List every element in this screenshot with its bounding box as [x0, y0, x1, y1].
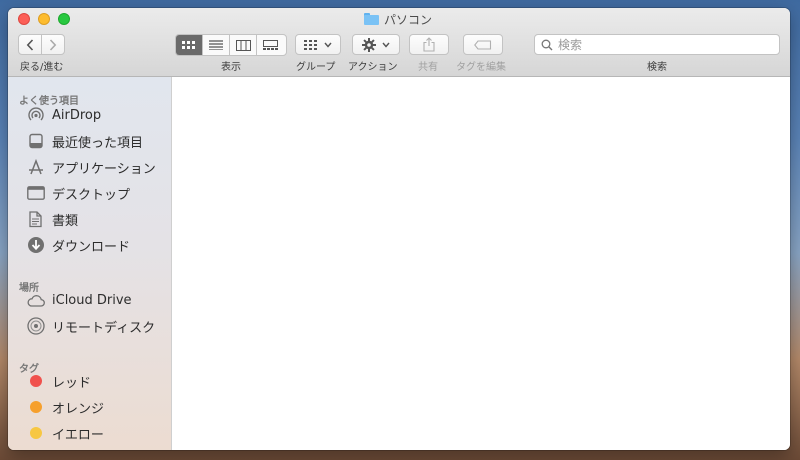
search-label: 検索 — [647, 62, 667, 73]
icloud-icon — [27, 291, 45, 309]
file-browser-content[interactable] — [172, 77, 790, 450]
sidebar-item-label: リモートディスク — [52, 320, 156, 336]
chevron-left-icon — [26, 38, 34, 51]
sidebar-item-label: アプリケーション — [52, 161, 156, 177]
list-icon — [209, 40, 223, 50]
chevron-down-icon — [382, 42, 390, 48]
sidebar-item-tag-orange[interactable]: オレンジ — [27, 396, 104, 418]
sidebar-item-label: オレンジ — [52, 401, 105, 417]
desktop-icon — [27, 184, 45, 202]
search-placeholder: 検索 — [558, 38, 583, 52]
zoom-button[interactable] — [58, 13, 70, 25]
edit-tags-button[interactable] — [463, 34, 503, 55]
sidebar-item-tag-yellow[interactable]: イエロー — [27, 422, 104, 444]
back-button[interactable] — [18, 34, 42, 55]
columns-icon — [235, 39, 251, 51]
back-forward-label: 戻る/進む — [20, 62, 64, 73]
sidebar-item-label: 最近使った項目 — [52, 135, 144, 151]
toolbar: パソコン 戻る/進む 表示 グループ アクション 共有 タグを編集 検索 検索 — [8, 8, 790, 77]
column-view-button[interactable] — [230, 35, 257, 55]
list-view-button[interactable] — [203, 35, 230, 55]
share-icon — [423, 37, 435, 52]
documents-icon — [27, 210, 45, 228]
gear-icon — [362, 37, 376, 52]
sidebar-item-label: AirDrop — [52, 107, 102, 123]
sidebar-item-applications[interactable]: アプリケーション — [27, 156, 156, 178]
yellow-tag-dot — [30, 427, 42, 439]
recents-icon — [27, 132, 45, 150]
sidebar-item-remote-disc[interactable]: リモートディスク — [27, 315, 155, 337]
downloads-icon — [27, 236, 45, 254]
folder-icon — [364, 13, 379, 25]
sidebar-item-label: デスクトップ — [52, 187, 131, 203]
action-button[interactable] — [352, 34, 400, 55]
action-label: アクション — [348, 62, 398, 73]
orange-tag-dot — [30, 401, 42, 413]
sidebar-item-airdrop[interactable]: AirDrop — [27, 104, 101, 126]
sidebar-item-label: 書類 — [52, 213, 79, 229]
edit-tags-label: タグを編集 — [456, 62, 506, 73]
tag-icon — [474, 39, 492, 50]
view-mode-segment[interactable] — [175, 34, 287, 56]
search-field[interactable]: 検索 — [534, 34, 780, 55]
applications-icon — [27, 158, 45, 176]
share-button[interactable] — [409, 34, 449, 55]
share-label: 共有 — [418, 62, 438, 73]
chevron-right-icon — [49, 38, 57, 51]
view-label: 表示 — [221, 62, 241, 73]
red-tag-dot — [30, 375, 42, 387]
window-title: パソコン — [364, 11, 432, 27]
gallery-view-button[interactable] — [257, 35, 284, 55]
sidebar: よく使う項目 AirDrop 最近使った項目 アプリケーション デスクトップ 書… — [8, 77, 172, 450]
sidebar-item-recents[interactable]: 最近使った項目 — [27, 130, 143, 152]
window-title-text: パソコン — [384, 12, 433, 27]
sidebar-item-label: iCloud Drive — [52, 292, 132, 308]
search-icon — [541, 39, 553, 50]
finder-window: パソコン 戻る/進む 表示 グループ アクション 共有 タグを編集 検索 検索 … — [8, 8, 790, 450]
forward-button[interactable] — [41, 34, 65, 55]
sidebar-item-label: ダウンロード — [52, 239, 131, 255]
grid-icon — [182, 40, 195, 49]
sidebar-item-tag-red[interactable]: レッド — [27, 370, 91, 392]
sidebar-item-downloads[interactable]: ダウンロード — [27, 234, 130, 256]
group-grid-icon — [304, 39, 317, 50]
minimize-button[interactable] — [38, 13, 50, 25]
sidebar-item-label: レッド — [52, 375, 92, 391]
sidebar-item-icloud-drive[interactable]: iCloud Drive — [27, 289, 132, 311]
sidebar-item-label: イエロー — [52, 427, 104, 443]
group-label: グループ — [296, 62, 336, 73]
group-button[interactable] — [295, 34, 341, 55]
sidebar-item-desktop[interactable]: デスクトップ — [27, 182, 130, 204]
airdrop-icon — [27, 106, 45, 124]
close-button[interactable] — [18, 13, 30, 25]
gallery-icon — [263, 39, 278, 50]
remote-disc-icon — [27, 317, 45, 335]
icon-view-button[interactable] — [176, 35, 203, 55]
chevron-down-icon — [324, 42, 332, 48]
sidebar-item-documents[interactable]: 書類 — [27, 208, 78, 230]
